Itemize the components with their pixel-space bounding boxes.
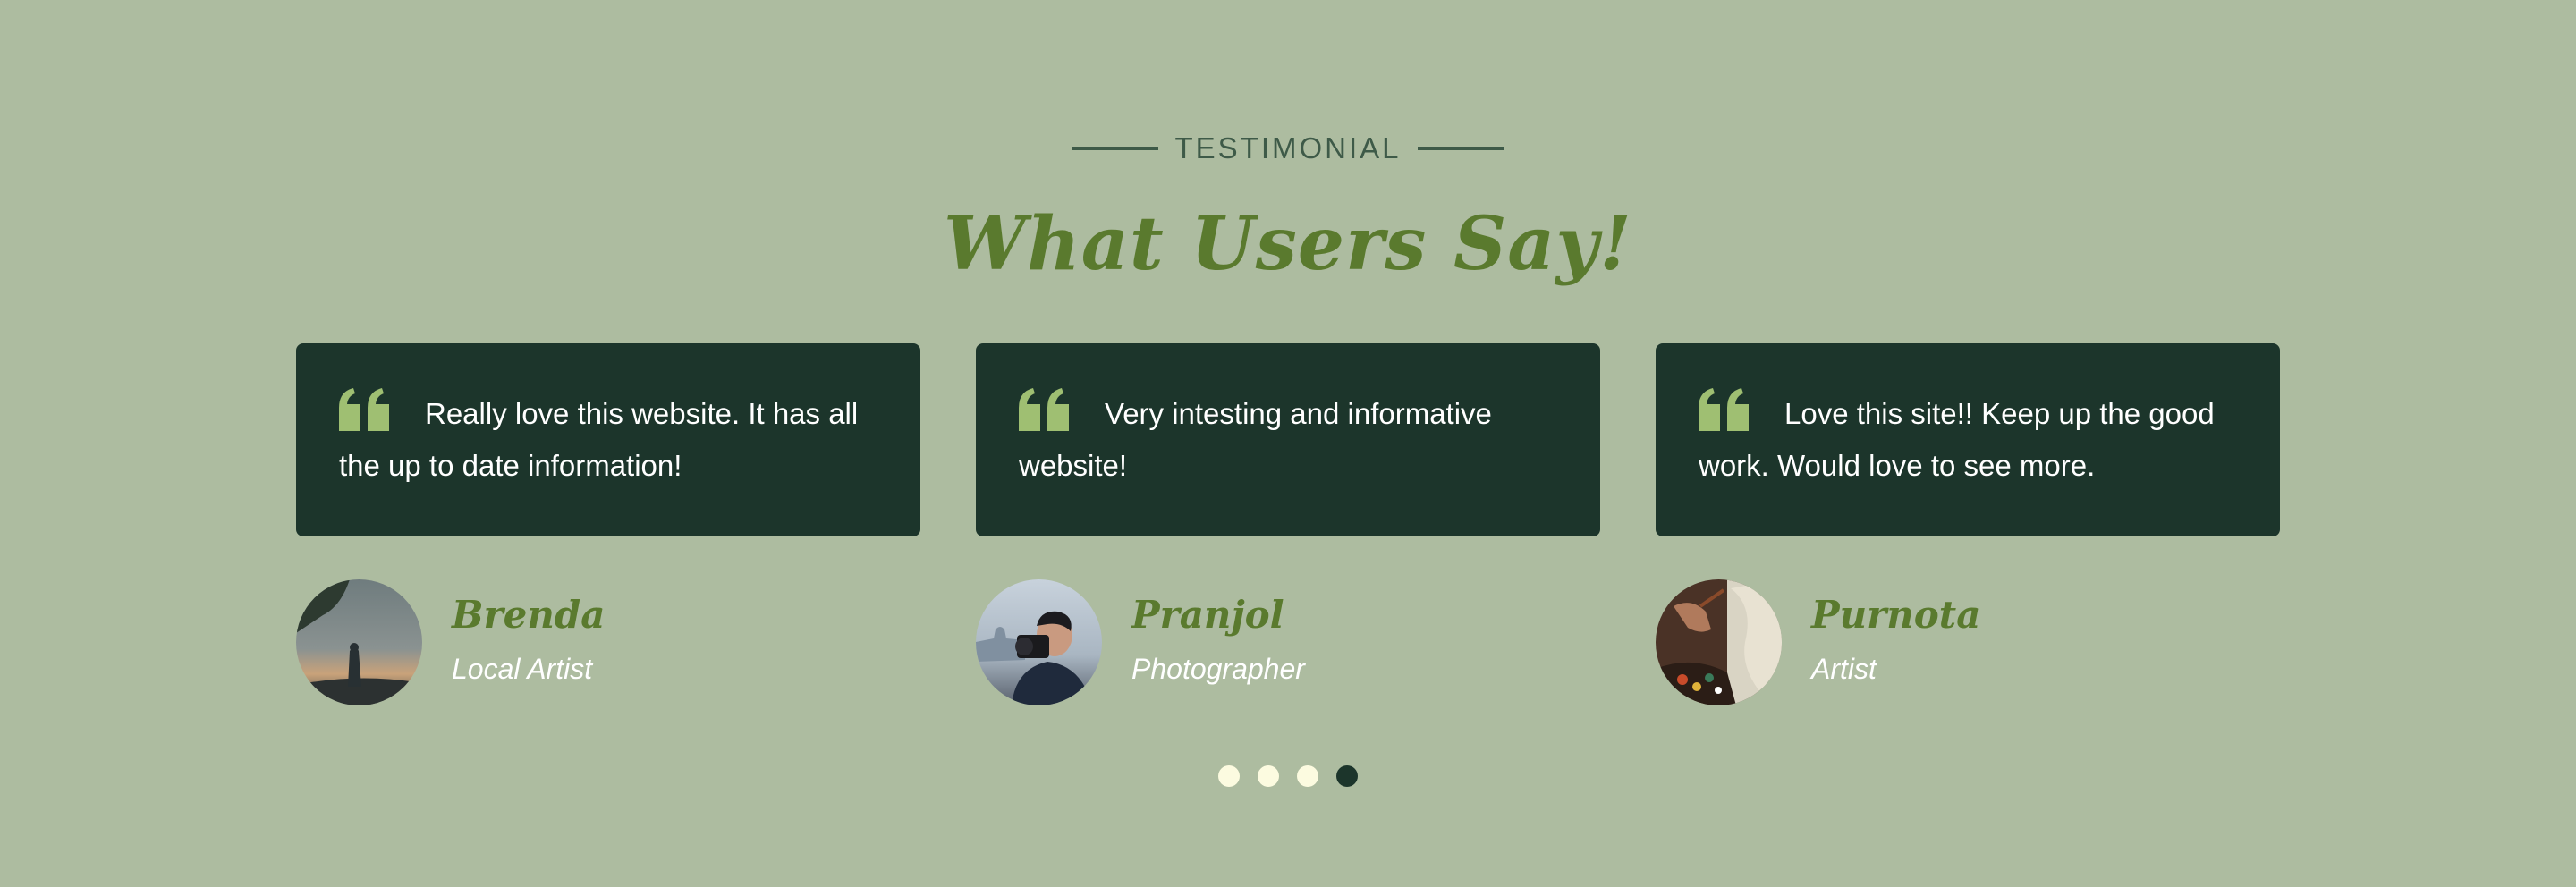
man-with-camera-photo [976,579,1102,705]
quote-box: Really love this website. It has all the… [296,343,920,536]
section-eyebrow: TESTIMONIAL [0,131,2576,166]
pagination-dot-2[interactable] [1258,765,1279,787]
author-info: Brenda Local Artist [296,579,920,706]
quote-icon [1019,388,1069,431]
testimonial-section: TESTIMONIAL What Users Say! Really love … [0,0,2576,887]
quote-icon [1699,388,1749,431]
avatar [1656,579,1782,705]
eyebrow-line-left [1072,147,1159,150]
quote-box: Love this site!! Keep up the good work. … [1656,343,2280,536]
quote-box: Very intesting and informative website! [976,343,1600,536]
author-role: Artist [1811,653,1877,685]
quote-text: Love this site!! Keep up the good work. … [1699,397,2215,482]
pagination-dot-3[interactable] [1297,765,1318,787]
section-title: What Users Say! [943,201,1633,287]
author-info: Purnota Artist [1656,579,2280,706]
testimonial-carousel: Really love this website. It has all the… [296,343,2280,737]
pagination-dot-4[interactable] [1336,765,1358,787]
author-name: Purnota [1811,593,1981,637]
quote-text: Really love this website. It has all the… [339,397,859,482]
eyebrow-label: TESTIMONIAL [1174,131,1402,165]
pagination-dot-1[interactable] [1218,765,1240,787]
author-role: Local Artist [452,653,593,685]
author-name: Pranjol [1131,593,1284,637]
testimonial-card: Really love this website. It has all the… [296,343,920,705]
carousel-pagination [0,765,2576,787]
testimonial-card: Love this site!! Keep up the good work. … [1656,343,2280,705]
author-name: Brenda [452,593,606,637]
author-info: Pranjol Photographer [976,579,1600,706]
quote-icon [339,388,389,431]
avatar [976,579,1102,705]
author-role: Photographer [1131,653,1305,685]
quote-text: Very intesting and informative website! [1019,397,1492,482]
avatar [296,579,422,705]
painter-hands-photo [1656,579,1782,705]
eyebrow-line-right [1417,147,1504,150]
testimonial-card: Very intesting and informative website! [976,343,1600,705]
person-at-sunset-photo [296,579,422,705]
